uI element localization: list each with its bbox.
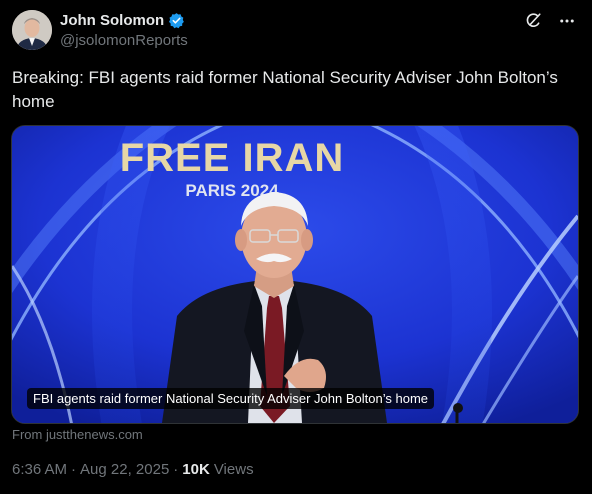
more-icon[interactable] (558, 12, 576, 30)
author-display-name[interactable]: John Solomon (60, 12, 164, 29)
views-count: 10K (182, 461, 210, 478)
tweet-time[interactable]: 6:36 AM (12, 461, 67, 478)
tweet-date[interactable]: Aug 22, 2025 (80, 461, 169, 478)
grok-icon[interactable] (524, 12, 542, 30)
verified-badge-icon (168, 12, 185, 29)
media-caption: FBI agents raid former National Security… (27, 388, 435, 409)
avatar[interactable] (12, 10, 52, 50)
media-image[interactable]: FREE IRAN PARIS 2024 FBI agents raid for… (11, 125, 579, 424)
author-handle[interactable]: @jsolomonReports (60, 32, 188, 49)
meta-separator: · (71, 461, 77, 478)
tweet-meta: 6:36 AM · Aug 22, 2025 · 10K Views (12, 461, 254, 478)
views-label: Views (213, 461, 254, 478)
tweet-text: Breaking: FBI agents raid former Nationa… (12, 68, 558, 111)
meta-separator: · (173, 461, 179, 478)
stage-photo: FREE IRAN PARIS 2024 (12, 126, 578, 423)
tweet-header: John Solomon @jsolomonReports (12, 10, 580, 54)
sign-text: FREE IRAN (120, 136, 345, 180)
card-source[interactable]: From justthenews.com (12, 427, 143, 442)
